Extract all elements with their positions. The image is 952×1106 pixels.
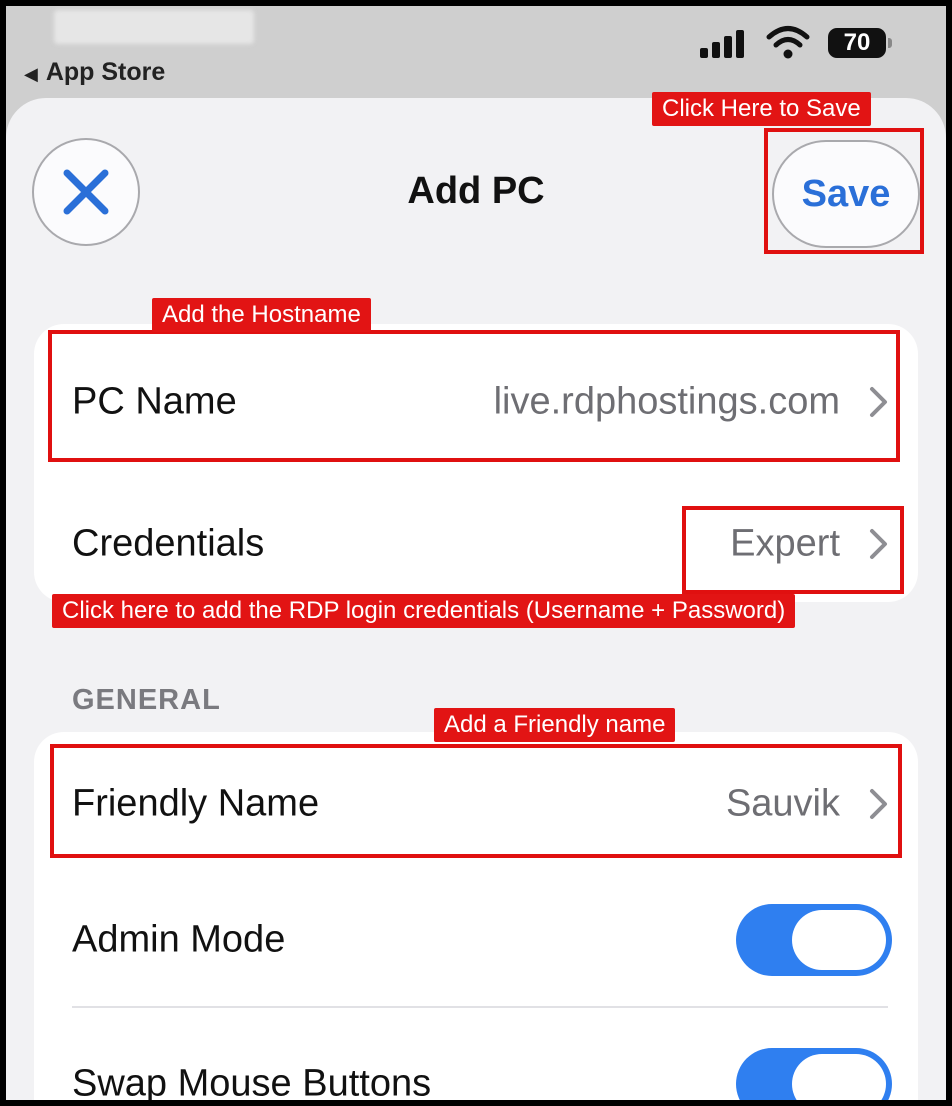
save-annotation: Click Here to Save bbox=[652, 92, 871, 126]
section-header-general: GENERAL bbox=[72, 684, 221, 716]
admin-mode-label: Admin Mode bbox=[72, 918, 286, 961]
cellular-signal-icon bbox=[700, 30, 746, 58]
friendly-name-annotation: Add a Friendly name bbox=[434, 708, 676, 742]
save-highlight-box bbox=[764, 128, 924, 254]
blurred-area bbox=[54, 10, 254, 44]
back-to-app-store[interactable]: ◀ App Store bbox=[24, 58, 165, 87]
divider bbox=[72, 1006, 888, 1008]
swap-mouse-row: Swap Mouse Buttons bbox=[34, 1034, 918, 1100]
admin-mode-row: Admin Mode bbox=[34, 890, 918, 990]
hostname-annotation: Add the Hostname bbox=[152, 298, 371, 332]
friendly-name-highlight-box bbox=[50, 744, 902, 858]
back-arrow-icon: ◀ bbox=[24, 64, 38, 84]
admin-mode-toggle[interactable] bbox=[736, 904, 892, 976]
wifi-icon bbox=[766, 26, 810, 59]
phone-screen: ◀ App Store 70 Add PC Save PC Name live.r… bbox=[6, 6, 946, 1100]
swap-mouse-toggle[interactable] bbox=[736, 1048, 892, 1100]
credentials-annotation: Click here to add the RDP login credenti… bbox=[52, 594, 796, 628]
credentials-label: Credentials bbox=[72, 522, 265, 565]
battery-indicator: 70 bbox=[828, 28, 892, 58]
credentials-highlight-box bbox=[682, 506, 904, 594]
pc-name-highlight-box bbox=[48, 330, 900, 462]
swap-mouse-label: Swap Mouse Buttons bbox=[72, 1062, 432, 1101]
divider bbox=[100, 870, 916, 872]
back-app-label: App Store bbox=[45, 58, 166, 86]
